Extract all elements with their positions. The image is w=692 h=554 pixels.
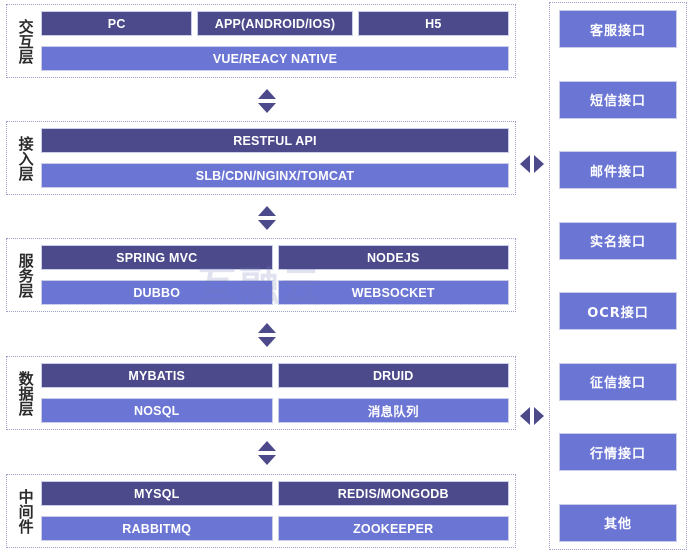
double-arrow-vertical-icon [255, 440, 279, 466]
layer-label-interaction: 交互层 [16, 18, 35, 64]
interface-item[interactable]: 客服接口 [559, 10, 677, 48]
layer-rows: MYSQL REDIS/MONGODB RABBITMQ ZOOKEEPER [41, 481, 509, 541]
layer-rows: PC APP(ANDROID/IOS) H5 VUE/REACY NATIVE [41, 11, 510, 71]
double-arrow-vertical-icon [255, 205, 279, 231]
layer-row: VUE/REACY NATIVE [41, 46, 509, 71]
double-arrow-horizontal-icon [519, 153, 545, 175]
component-cell[interactable]: NODEJS [277, 245, 509, 270]
interface-item[interactable]: 实名接口 [559, 221, 677, 260]
interface-item[interactable]: 行情接口 [559, 433, 677, 472]
layer-rows: SPRING MVC NODEJS DUBBO WEBSOCKET [41, 245, 509, 305]
component-cell[interactable]: RESTFUL API [41, 128, 509, 153]
layer-row: PC APP(ANDROID/IOS) H5 [41, 11, 510, 36]
component-cell[interactable]: APP(ANDROID/IOS) [197, 11, 353, 36]
component-cell[interactable]: DUBBO [41, 280, 273, 305]
layer-label-service: 服务层 [16, 252, 35, 298]
layer-label-data: 数据层 [16, 370, 35, 416]
component-cell[interactable]: MYBATIS [41, 363, 273, 388]
double-arrow-vertical-icon [255, 322, 279, 348]
component-cell[interactable]: MYSQL [41, 481, 273, 506]
double-arrow-vertical-glyph [258, 89, 276, 113]
interface-item[interactable]: 其他 [559, 503, 677, 542]
interface-item[interactable]: OCR接口 [559, 292, 677, 331]
component-cell[interactable]: REDIS/MONGODB [277, 481, 509, 506]
layer-label-middleware: 中间件 [16, 488, 35, 534]
interface-item[interactable]: 邮件接口 [559, 151, 677, 190]
component-cell[interactable]: WEBSOCKET [277, 280, 509, 305]
interface-item[interactable]: 短信接口 [559, 80, 677, 119]
double-arrow-vertical-glyph [258, 206, 276, 230]
layer-access: 接入层 RESTFUL API SLB/CDN/NGINX/TOMCAT [6, 121, 516, 195]
layer-row: MYSQL REDIS/MONGODB [41, 481, 509, 506]
interface-panel: 客服接口 短信接口 邮件接口 实名接口 OCR接口 征信接口 行情接口 其他 [549, 2, 687, 550]
interface-item[interactable]: 征信接口 [559, 362, 677, 401]
double-arrow-horizontal-icon [519, 405, 545, 427]
component-cell[interactable]: ZOOKEEPER [277, 516, 509, 541]
double-arrow-vertical-glyph [258, 441, 276, 465]
layer-row: MYBATIS DRUID [41, 363, 509, 388]
layer-label-access: 接入层 [16, 135, 35, 181]
double-arrow-horizontal-glyph [520, 155, 544, 173]
component-cell[interactable]: NOSQL [41, 398, 273, 423]
component-cell[interactable]: VUE/REACY NATIVE [41, 46, 509, 71]
component-cell[interactable]: 消息队列 [277, 398, 509, 423]
layer-row: RABBITMQ ZOOKEEPER [41, 516, 509, 541]
component-cell[interactable]: SPRING MVC [41, 245, 273, 270]
architecture-diagram: 互融云 交互层 PC APP(ANDROID/IOS) H5 VUE/REACY… [0, 0, 692, 554]
layer-stack: 交互层 PC APP(ANDROID/IOS) H5 VUE/REACY NAT… [6, 0, 516, 554]
component-cell[interactable]: RABBITMQ [41, 516, 273, 541]
layer-row: SLB/CDN/NGINX/TOMCAT [41, 163, 509, 188]
layer-data: 数据层 MYBATIS DRUID NOSQL 消息队列 [6, 356, 516, 430]
layer-row: NOSQL 消息队列 [41, 398, 509, 423]
component-cell[interactable]: PC [41, 11, 193, 36]
layer-service: 服务层 SPRING MVC NODEJS DUBBO WEBSOCKET [6, 238, 516, 312]
double-arrow-vertical-glyph [258, 323, 276, 347]
layer-interaction: 交互层 PC APP(ANDROID/IOS) H5 VUE/REACY NAT… [6, 4, 516, 78]
layer-middleware: 中间件 MYSQL REDIS/MONGODB RABBITMQ ZOOKEEP… [6, 474, 516, 548]
component-cell[interactable]: DRUID [277, 363, 509, 388]
double-arrow-vertical-icon [255, 88, 279, 114]
layer-rows: RESTFUL API SLB/CDN/NGINX/TOMCAT [41, 128, 509, 188]
layer-row: SPRING MVC NODEJS [41, 245, 509, 270]
component-cell[interactable]: SLB/CDN/NGINX/TOMCAT [41, 163, 509, 188]
component-cell[interactable]: H5 [357, 11, 510, 36]
layer-rows: MYBATIS DRUID NOSQL 消息队列 [41, 363, 509, 423]
layer-row: DUBBO WEBSOCKET [41, 280, 509, 305]
double-arrow-horizontal-glyph [520, 407, 544, 425]
layer-row: RESTFUL API [41, 128, 509, 153]
